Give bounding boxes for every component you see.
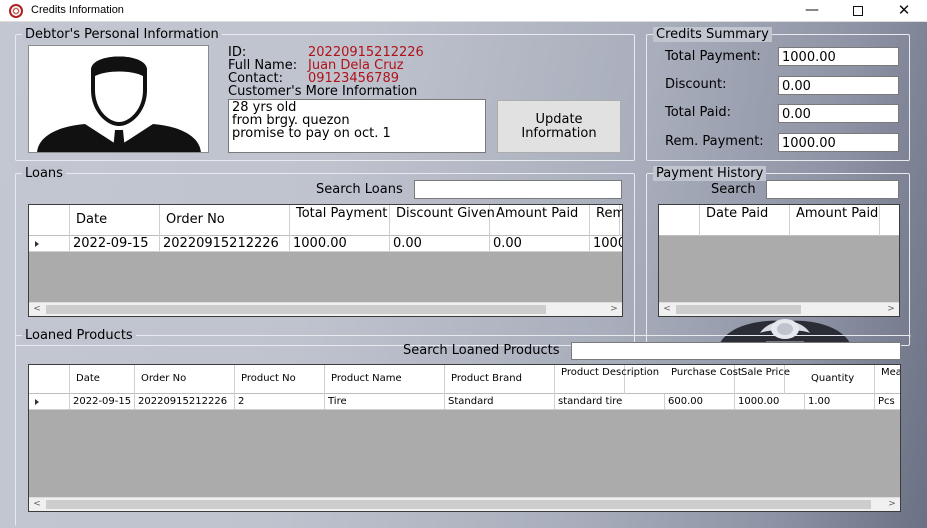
window-title: Credits Information [31, 4, 124, 16]
loaned-products-legend: Loaned Products [22, 328, 136, 343]
table-row[interactable]: 2022-09-15 20220915212226 2 Tire Standar… [29, 394, 900, 410]
total-payment-field[interactable]: 1000.00 [778, 47, 899, 66]
products-col-order-no[interactable]: Order No [135, 365, 235, 394]
loans-cell-total-payment[interactable]: 1000.00 [290, 236, 390, 252]
discount-field[interactable]: 0.00 [778, 76, 899, 95]
products-col-product-brand[interactable]: Product Brand [445, 365, 555, 394]
products-cell-date[interactable]: 2022-09-15 [70, 394, 135, 410]
loans-col-date[interactable]: Date [70, 205, 160, 236]
row-selector[interactable] [29, 394, 70, 409]
update-information-button[interactable]: Update Information [497, 100, 621, 153]
rem-payment-label: Rem. Payment: [665, 134, 764, 149]
loans-cell-order-no[interactable]: 20220915212226 [160, 236, 290, 252]
products-col-purchase-cost[interactable]: Purchase Cost [665, 365, 742, 394]
loans-cell-rem-pay[interactable]: 1000 [590, 236, 622, 252]
history-search-label: Search [711, 182, 756, 197]
loans-cell-date[interactable]: 2022-09-15 [70, 236, 160, 252]
search-loans-input[interactable] [414, 180, 622, 199]
products-cell-purchase-cost[interactable]: 600.00 [665, 394, 735, 410]
row-selector[interactable] [29, 236, 70, 251]
loans-cell-discount[interactable]: 0.00 [390, 236, 490, 252]
products-cell-mea-unit[interactable]: Pcs [875, 394, 900, 410]
row-header-corner [29, 365, 70, 394]
products-col-sale-price[interactable]: Sale Price [735, 365, 790, 394]
app-icon [9, 4, 23, 18]
history-search-input[interactable] [766, 180, 899, 199]
discount-label: Discount: [665, 77, 727, 92]
history-horizontal-scrollbar[interactable]: < > [659, 302, 899, 316]
debtor-avatar [28, 45, 209, 153]
products-cell-quantity[interactable]: 1.00 [805, 394, 875, 410]
row-header-corner [29, 205, 70, 236]
client-area: Debtor's Personal Information ID: 202209… [0, 22, 927, 528]
more-info-line: promise to pay on oct. 1 [232, 126, 391, 141]
loans-grid[interactable]: Date Order No Total Payment Discount Giv… [28, 204, 623, 317]
more-info-textarea[interactable]: 28 yrs old from brgy. quezon promise to … [228, 99, 486, 153]
total-paid-label: Total Paid: [665, 105, 731, 120]
more-info-label: Customer's More Information [228, 84, 418, 99]
total-paid-field[interactable]: 0.00 [778, 104, 899, 123]
loans-col-discount-given[interactable]: Discount Given [390, 205, 495, 236]
total-paid-value: 0.00 [782, 107, 811, 122]
search-products-label: Search Loaned Products [403, 343, 560, 358]
scroll-right-icon[interactable]: > [884, 498, 900, 511]
loans-grid-header: Date Order No Total Payment Discount Giv… [29, 205, 622, 236]
products-horizontal-scrollbar[interactable]: < > [29, 497, 900, 511]
loans-legend: Loans [22, 166, 66, 181]
history-col-date-paid[interactable]: Date Paid [700, 205, 790, 236]
title-bar: Credits Information — ✕ [0, 0, 927, 22]
loans-col-amount-paid[interactable]: Amount Paid [490, 205, 590, 236]
products-col-quantity[interactable]: Quantity [805, 365, 875, 394]
scroll-left-icon[interactable]: < [29, 303, 45, 316]
scroll-right-icon[interactable]: > [606, 303, 622, 316]
close-button[interactable]: ✕ [881, 0, 927, 22]
search-loans-label: Search Loans [316, 182, 403, 197]
rem-payment-value: 1000.00 [782, 136, 836, 151]
products-col-date[interactable]: Date [70, 365, 135, 394]
current-row-icon [35, 240, 39, 247]
debtor-info-legend: Debtor's Personal Information [22, 27, 222, 42]
loans-col-rem-pay[interactable]: Rem Pay [590, 205, 622, 236]
products-grid-header: Date Order No Product No Product Name Pr… [29, 365, 900, 394]
search-products-input[interactable] [571, 342, 901, 360]
current-row-icon [35, 398, 39, 405]
loans-horizontal-scrollbar[interactable]: < > [29, 302, 622, 316]
products-cell-product-description[interactable]: standard tire [555, 394, 665, 410]
total-payment-value: 1000.00 [782, 50, 836, 65]
products-cell-order-no[interactable]: 20220915212226 [135, 394, 235, 410]
row-header-corner [659, 205, 700, 236]
update-information-label: Update Information [521, 111, 597, 141]
maximize-icon [853, 6, 863, 16]
scroll-left-icon[interactable]: < [29, 498, 45, 511]
products-cell-product-no[interactable]: 2 [235, 394, 325, 410]
discount-value: 0.00 [782, 79, 811, 94]
credits-summary-legend: Credits Summary [653, 27, 772, 42]
scroll-thumb[interactable] [676, 305, 801, 314]
scroll-left-icon[interactable]: < [659, 303, 675, 316]
products-col-mea-unit[interactable]: Mea Unit [875, 365, 900, 394]
loans-cell-amount-paid[interactable]: 0.00 [490, 236, 590, 252]
payment-history-grid[interactable]: Date Paid Amount Paid < > [658, 204, 900, 317]
scroll-thumb[interactable] [46, 305, 546, 314]
products-cell-product-brand[interactable]: Standard [445, 394, 555, 410]
loaned-products-grid[interactable]: Date Order No Product No Product Name Pr… [28, 364, 901, 512]
products-col-product-description[interactable]: Product Description [555, 365, 659, 394]
payment-history-legend: Payment History [653, 166, 767, 181]
maximize-button[interactable] [835, 0, 881, 22]
history-grid-header: Date Paid Amount Paid [659, 205, 899, 236]
products-cell-sale-price[interactable]: 1000.00 [735, 394, 805, 410]
loans-col-order-no[interactable]: Order No [160, 205, 290, 236]
table-row[interactable]: 2022-09-15 20220915212226 1000.00 0.00 0… [29, 236, 622, 252]
products-col-product-no[interactable]: Product No [235, 365, 325, 394]
loans-col-total-payment[interactable]: Total Payment [290, 205, 390, 236]
user-silhouette-icon [37, 56, 201, 152]
scroll-thumb[interactable] [46, 500, 871, 509]
rem-payment-field[interactable]: 1000.00 [778, 133, 899, 152]
minimize-button[interactable]: — [789, 0, 835, 22]
scroll-right-icon[interactable]: > [883, 303, 899, 316]
products-cell-product-name[interactable]: Tire [325, 394, 445, 410]
products-col-product-name[interactable]: Product Name [325, 365, 445, 394]
total-payment-label: Total Payment: [665, 49, 761, 64]
history-col-amount-paid[interactable]: Amount Paid [790, 205, 880, 236]
